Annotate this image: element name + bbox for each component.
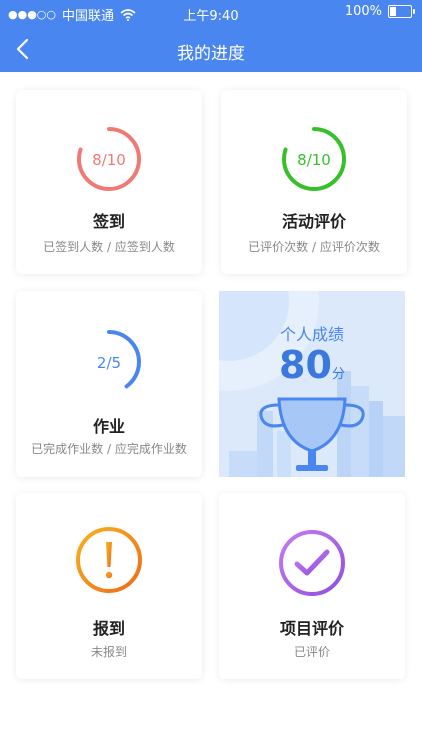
project-title: 项目评价: [279, 619, 344, 638]
status-bar: ●●●○○ 中国联通 上午9:40 100%: [0, 0, 422, 26]
homework-description: 已完成作业数 / 应完成作业数: [31, 442, 187, 456]
personal-score-card[interactable]: 个人成绩 80 分: [219, 291, 405, 477]
signin-card[interactable]: 8/10 签到 已签到人数 / 应签到人数: [16, 90, 202, 274]
activity-title: 活动评价: [281, 212, 346, 231]
activity-value: 8/10: [297, 151, 331, 169]
signin-title: 签到: [92, 212, 125, 231]
trophy-icon: [259, 397, 365, 471]
activity-description: 已评价次数 / 应评价次数: [248, 240, 380, 254]
homework-title: 作业: [92, 417, 125, 436]
signin-value: 8/10: [92, 151, 126, 169]
check-icon: [279, 530, 345, 596]
page-title: 我的进度: [177, 44, 245, 64]
exclamation-icon: [76, 527, 142, 593]
signin-description: 已签到人数 / 应签到人数: [43, 240, 175, 254]
project-evaluation-card[interactable]: 项目评价 已评价: [219, 493, 405, 679]
project-status: 已评价: [293, 645, 330, 659]
status-right: 100%: [344, 4, 415, 19]
homework-value: 2/5: [96, 354, 122, 372]
homework-card[interactable]: 2/5 作业 已完成作业数 / 应完成作业数: [16, 291, 202, 477]
report-title: 报到: [92, 619, 125, 638]
navigation-bar: 我的进度: [0, 26, 422, 72]
report-status: 未报到: [90, 645, 127, 659]
battery-percent: 100%: [344, 4, 382, 19]
battery-icon: [388, 5, 415, 18]
report-card[interactable]: 报到 未报到: [16, 493, 202, 679]
activity-evaluation-card[interactable]: 8/10 活动评价 已评价次数 / 应评价次数: [221, 90, 407, 274]
